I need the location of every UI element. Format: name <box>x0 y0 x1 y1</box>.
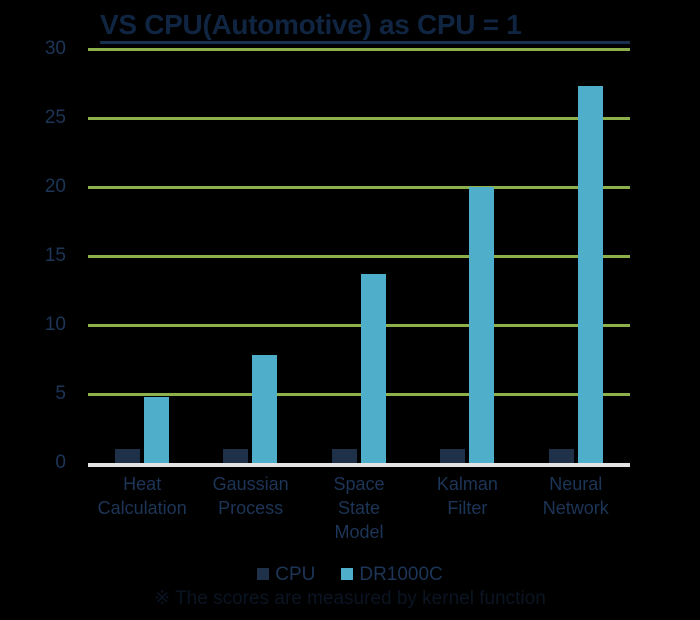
y-axis-tick-label: 30 <box>44 38 66 59</box>
x-axis-tick-label-line: State <box>337 498 380 518</box>
bar-cpu <box>548 449 574 463</box>
x-axis-tick-label-line: Process <box>218 498 284 518</box>
bar-cpu <box>115 449 140 463</box>
x-axis-tick-label: Kalman Filter <box>413 472 521 520</box>
x-axis-labels: Heat Calculation Gaussian Process Space State… <box>88 472 630 552</box>
x-axis-tick-label: Neural Network <box>522 472 630 520</box>
bar-cpu <box>223 449 249 463</box>
x-axis-tick-label-line: Kalman <box>436 474 498 494</box>
bar-dr1000c <box>360 273 386 463</box>
bar-group <box>88 49 196 463</box>
y-axis-tick-label: 20 <box>44 176 66 197</box>
bar-group <box>413 49 521 463</box>
x-axis-tick-label-line: Model <box>334 522 384 542</box>
legend-item[interactable]: DR1000C <box>341 563 443 585</box>
bar-group <box>196 49 304 463</box>
bar-dr1000c <box>577 86 603 463</box>
x-axis-tick-label-line: Filter <box>447 498 488 518</box>
y-axis-tick-label: 0 <box>55 452 66 473</box>
chart-title: VS CPU(Automotive) as CPU = 1 <box>100 8 630 44</box>
x-axis-tick-label-line: Calculation <box>97 498 187 518</box>
legend-swatch-icon <box>341 568 354 580</box>
x-axis-tick-label-line: Network <box>542 498 609 518</box>
bar-chart: VS CPU(Automotive) as CPU = 1 0 5 10 15 20 25… <box>0 0 700 620</box>
x-axis-tick-label-line: Gaussian <box>212 474 289 494</box>
x-axis-line <box>88 463 630 467</box>
bar-group <box>305 49 413 463</box>
y-axis-tick-label: 15 <box>44 245 66 266</box>
bar-cpu <box>331 449 357 463</box>
bar-group <box>522 49 630 463</box>
x-axis-tick-label-line: Neural <box>549 474 603 494</box>
chart-footnote: ※ The scores are measured by kernel func… <box>154 588 546 609</box>
bar-cpu <box>440 449 466 463</box>
y-axis-tick-label: 25 <box>44 107 66 128</box>
x-axis-tick-label: Gaussian Process <box>196 472 304 520</box>
bar-dr1000c <box>144 396 169 463</box>
legend-swatch-icon <box>257 568 270 580</box>
legend-item[interactable]: CPU <box>257 565 315 584</box>
y-axis-tick-label: 5 <box>55 383 66 404</box>
y-axis-tick-label: 10 <box>44 314 66 335</box>
chart-legend: CPU DR1000C <box>0 562 700 586</box>
bar-dr1000c <box>252 355 278 463</box>
x-axis-tick-label: Space State Model <box>305 472 413 544</box>
bars-layer <box>88 49 630 463</box>
legend-label: DR1000C <box>359 563 443 585</box>
x-axis-tick-label: Heat Calculation <box>88 472 196 520</box>
x-axis-tick-label-line: Space <box>333 474 385 494</box>
x-axis-tick-label-line: Heat <box>123 474 162 494</box>
legend-label: CPU <box>275 563 316 585</box>
bar-dr1000c <box>469 187 495 463</box>
